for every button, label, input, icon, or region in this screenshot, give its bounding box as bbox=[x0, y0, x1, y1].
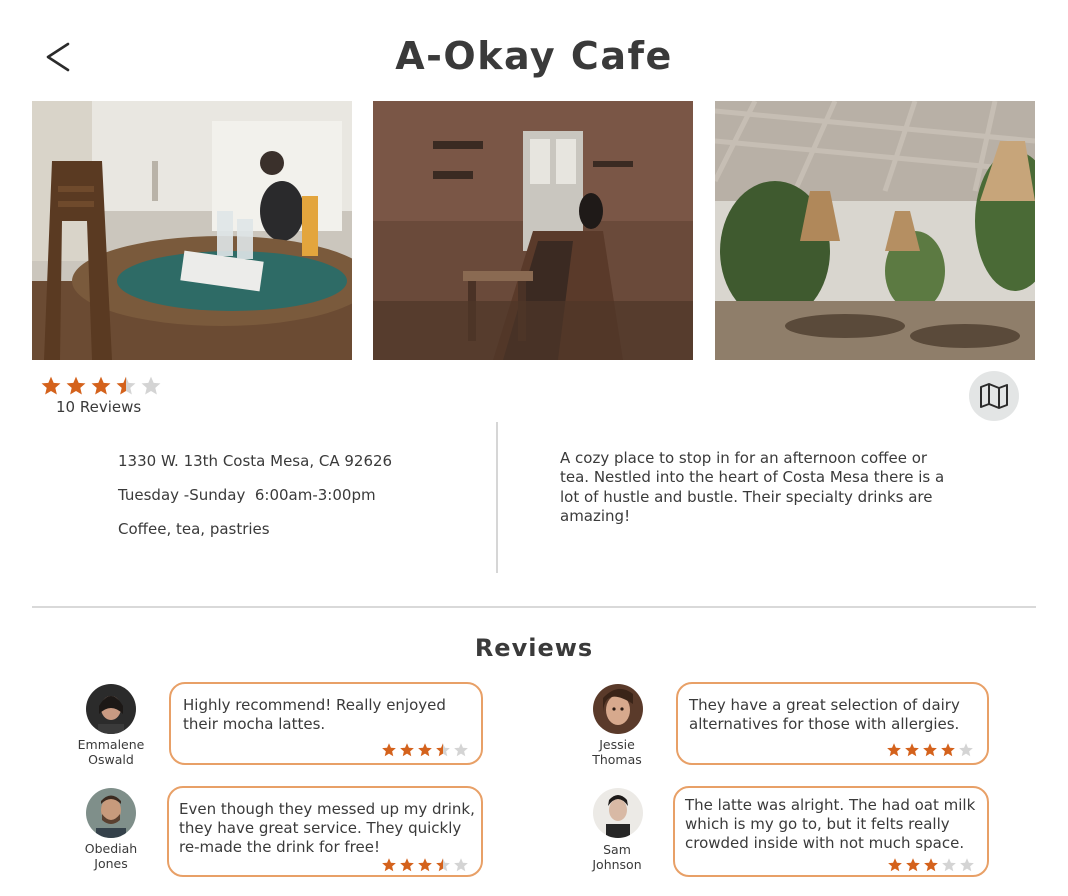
star-empty-icon bbox=[454, 858, 468, 872]
star-filled-icon bbox=[400, 743, 414, 757]
star-half-icon bbox=[436, 858, 450, 872]
hours: Tuesday -Sunday 6:00am-3:00pm bbox=[118, 486, 376, 504]
review-rating bbox=[381, 742, 469, 758]
review-text: The latte was alright. The had oat milk … bbox=[685, 796, 976, 852]
star-filled-icon bbox=[924, 858, 938, 872]
menu-summary: Coffee, tea, pastries bbox=[118, 520, 270, 538]
review-rating bbox=[886, 742, 974, 758]
review-text: Highly recommend! Really enjoyed their m… bbox=[183, 696, 446, 733]
reviews-heading: Reviews bbox=[474, 634, 594, 662]
star-empty-icon bbox=[454, 743, 468, 757]
reviewer-name: Obediah Jones bbox=[84, 841, 138, 871]
star-filled-icon bbox=[382, 743, 396, 757]
map-button[interactable] bbox=[969, 371, 1019, 421]
star-filled-icon bbox=[888, 858, 902, 872]
reviews-count[interactable]: 10 Reviews bbox=[56, 398, 141, 416]
vertical-divider bbox=[496, 422, 498, 573]
star-half-icon bbox=[436, 743, 450, 757]
map-icon bbox=[980, 383, 1008, 409]
avatar bbox=[593, 788, 643, 838]
reviewer-name: Emmalene Oswald bbox=[77, 737, 145, 767]
star-empty-icon bbox=[960, 858, 974, 872]
star-filled-icon bbox=[418, 743, 432, 757]
review-card: They have a great selection of dairy alt… bbox=[676, 682, 989, 765]
star-empty-icon bbox=[942, 858, 956, 872]
star-empty-icon bbox=[959, 743, 973, 757]
section-divider bbox=[32, 606, 1036, 608]
page-title: A-Okay Cafe bbox=[395, 34, 673, 78]
star-filled-icon bbox=[906, 858, 920, 872]
cafe-description: A cozy place to stop in for an afternoon… bbox=[560, 449, 945, 525]
cafe-photo-counter bbox=[373, 101, 693, 360]
review-rating bbox=[381, 857, 469, 873]
avatar bbox=[593, 684, 643, 734]
star-filled-icon bbox=[905, 743, 919, 757]
star-filled-icon bbox=[382, 858, 396, 872]
star-half-icon bbox=[116, 376, 136, 395]
reviewer-name: Jessie Thomas bbox=[592, 737, 642, 767]
cafe-photo-patio bbox=[715, 101, 1035, 360]
star-filled-icon bbox=[66, 376, 86, 395]
review-rating bbox=[887, 857, 975, 873]
star-filled-icon bbox=[923, 743, 937, 757]
star-filled-icon bbox=[400, 858, 414, 872]
overall-rating bbox=[40, 375, 162, 397]
review-text: Even though they messed up my drink, the… bbox=[179, 800, 475, 856]
review-card: Even though they messed up my drink, the… bbox=[167, 786, 483, 877]
avatar bbox=[86, 788, 136, 838]
review-text: They have a great selection of dairy alt… bbox=[689, 696, 960, 733]
star-empty-icon bbox=[141, 376, 161, 395]
star-filled-icon bbox=[41, 376, 61, 395]
avatar bbox=[86, 684, 136, 734]
star-filled-icon bbox=[887, 743, 901, 757]
star-filled-icon bbox=[941, 743, 955, 757]
cafe-photo-table bbox=[32, 101, 352, 360]
review-card: The latte was alright. The had oat milk … bbox=[673, 786, 989, 877]
star-filled-icon bbox=[91, 376, 111, 395]
reviewer-name: Sam Johnson bbox=[592, 842, 642, 872]
review-card: Highly recommend! Really enjoyed their m… bbox=[169, 682, 483, 765]
address: 1330 W. 13th Costa Mesa, CA 92626 bbox=[118, 452, 393, 470]
star-filled-icon bbox=[418, 858, 432, 872]
